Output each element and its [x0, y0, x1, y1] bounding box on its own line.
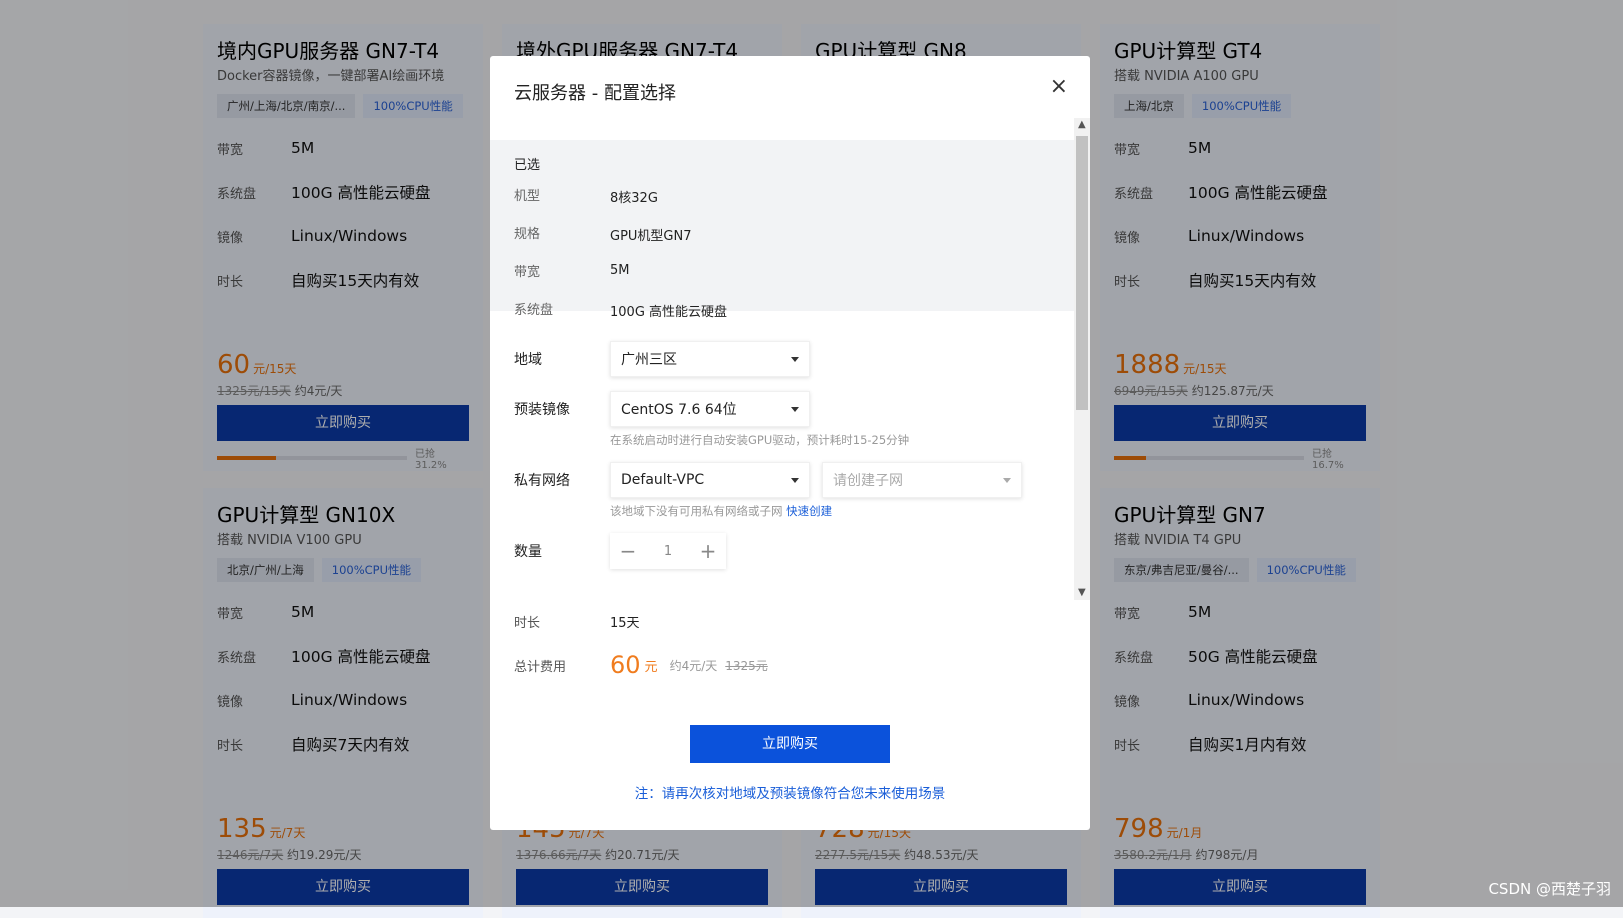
selected-label: 规格 [514, 227, 541, 242]
duration-value: 15天 [610, 616, 640, 631]
quick-create-link[interactable]: 快速创建 [786, 504, 832, 518]
quantity-label: 数量 [514, 544, 542, 560]
vpc-select[interactable]: Default-VPC [610, 462, 810, 498]
quantity-value[interactable]: 1 [646, 544, 690, 559]
image-label: 预装镜像 [514, 402, 570, 418]
minus-icon[interactable]: − [610, 539, 646, 563]
close-icon[interactable]: × [1050, 74, 1068, 99]
total-price: 60 [610, 651, 641, 679]
selected-value: 5M [610, 263, 630, 278]
selected-value: GPU机型GN7 [610, 229, 692, 244]
selected-value: 8核32G [610, 191, 658, 206]
vpc-value: Default-VPC [621, 472, 705, 488]
network-hint: 该地域下没有可用私有网络或子网 快速创建 [610, 503, 832, 519]
selected-summary: 已选 机型 8核32G 规格 GPU机型GN7 带宽 5M 系统盘 100G 高性能云硬… [490, 140, 1074, 320]
total-label: 总计费用 [514, 659, 567, 675]
selected-label: 系统盘 [514, 303, 554, 318]
region-select[interactable]: 广州三区 [610, 341, 810, 377]
region-value: 广州三区 [621, 352, 677, 368]
dialog-title: 云服务器 - 配置选择 [514, 83, 676, 104]
total-per-day: 约4元/天 [669, 658, 718, 673]
selected-label: 带宽 [514, 265, 541, 280]
quantity-stepper: − 1 + [610, 533, 726, 569]
image-value: CentOS 7.6 64位 [621, 402, 737, 418]
caret-down-icon [1003, 477, 1011, 483]
caret-down-icon [791, 477, 799, 483]
watermark: CSDN @西楚子羽 [1488, 880, 1611, 898]
network-hint-text: 该地域下没有可用私有网络或子网 [610, 504, 783, 518]
scrollbar-thumb[interactable] [1076, 136, 1088, 410]
network-label: 私有网络 [514, 473, 570, 489]
selected-value: 100G 高性能云硬盘 [610, 305, 728, 320]
buy-now-button[interactable]: 立即购买 [690, 725, 890, 763]
caret-down-icon [791, 356, 799, 362]
total-original-price: 1325元 [725, 658, 768, 673]
dialog-scroll-area: 已选 机型 8核32G 规格 GPU机型GN7 带宽 5M 系统盘 100G 高性能云硬… [490, 140, 1074, 606]
image-select[interactable]: CentOS 7.6 64位 [610, 391, 810, 427]
caret-down-icon [791, 406, 799, 412]
region-label: 地域 [514, 352, 542, 368]
image-hint: 在系统启动时进行自动安装GPU驱动，预计耗时15-25分钟 [610, 433, 910, 447]
selected-heading: 已选 [514, 158, 541, 173]
scroll-up-icon[interactable]: ▲ [1078, 120, 1086, 130]
note-text: 注：请再次核对地域及预装镜像符合您未来使用场景 [634, 786, 946, 802]
selected-label: 机型 [514, 189, 541, 204]
subnet-select[interactable]: 请创建子网 [822, 462, 1022, 498]
subnet-placeholder: 请创建子网 [833, 473, 903, 489]
config-dialog: 云服务器 - 配置选择 × 已选 机型 8核32G 规格 GPU机型GN7 带宽 5M… [490, 56, 1090, 830]
scroll-down-icon[interactable]: ▼ [1078, 588, 1086, 598]
plus-icon[interactable]: + [690, 539, 726, 563]
dialog-scrollbar[interactable]: ▲ ▼ [1074, 118, 1090, 600]
duration-label: 时长 [514, 616, 541, 631]
total-unit: 元 [644, 659, 658, 675]
